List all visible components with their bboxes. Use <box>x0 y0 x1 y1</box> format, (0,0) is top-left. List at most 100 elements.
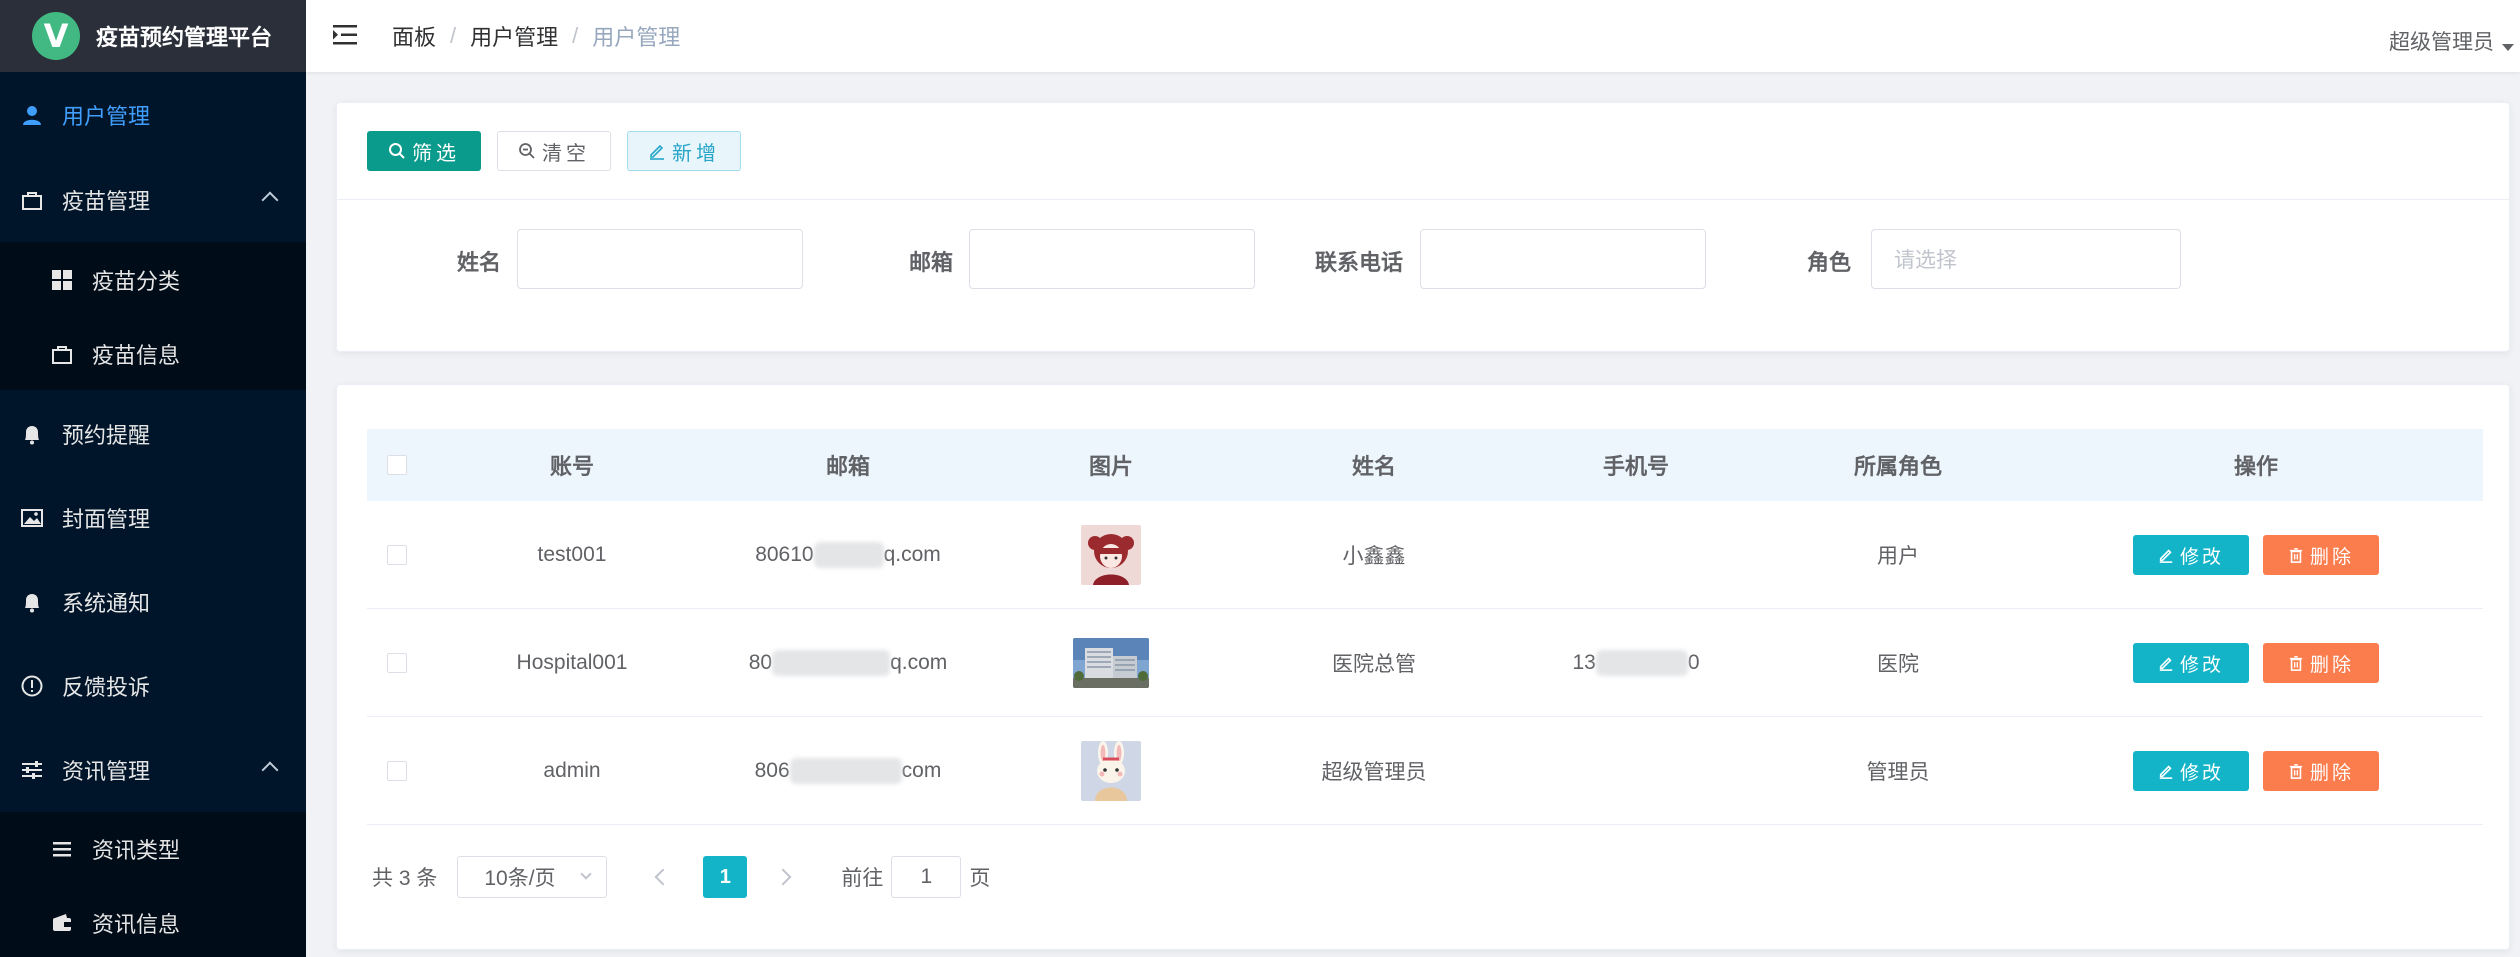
column-header-account[interactable]: 账号 <box>427 429 717 501</box>
redacted-blur <box>1595 650 1688 676</box>
breadcrumb-item-user-management[interactable]: 用户管理 <box>470 20 558 52</box>
info-icon <box>20 674 44 698</box>
sidebar-item-vaccine-category[interactable]: 疫苗分类 <box>0 243 306 317</box>
email-label: 邮箱 <box>908 250 953 275</box>
cell-actions: 修改 删除 <box>2029 501 2483 609</box>
menu-toggle-icon[interactable] <box>332 22 358 48</box>
prev-page-icon[interactable] <box>654 868 672 886</box>
sidebar-item-system-notice[interactable]: 系统通知 <box>0 560 306 644</box>
cell-name: 小鑫鑫 <box>1342 545 1406 568</box>
delete-button[interactable]: 删除 <box>2263 535 2379 575</box>
clear-button[interactable]: 清空 <box>497 131 611 171</box>
role-select[interactable]: 请选择 <box>1871 229 2181 289</box>
row-checkbox[interactable] <box>387 761 407 781</box>
bunny-avatar-image[interactable] <box>1081 741 1141 801</box>
sidebar-item-label: 资讯管理 <box>62 759 151 784</box>
sidebar-item-appointment-reminder[interactable]: 预约提醒 <box>0 392 306 476</box>
clear-button-label: 清空 <box>542 142 590 165</box>
edit-icon <box>2159 657 2173 671</box>
edit-button[interactable]: 修改 <box>2133 643 2249 683</box>
redacted-blur <box>789 758 902 784</box>
select-all-cell <box>367 429 427 501</box>
logo-bar: V 疫苗预约管理平台 <box>0 0 306 72</box>
select-all-checkbox[interactable] <box>387 455 407 475</box>
edit-icon <box>2159 765 2173 779</box>
delete-button-label: 删除 <box>2309 546 2354 568</box>
sidebar-item-label: 封面管理 <box>62 507 151 532</box>
name-input[interactable] <box>517 229 803 289</box>
filter-button[interactable]: 筛选 <box>367 131 481 171</box>
zoom-out-icon <box>519 143 535 159</box>
user-dropdown[interactable]: 超级管理员 <box>2389 26 2514 56</box>
page-number-current[interactable]: 1 <box>703 856 748 898</box>
cell-email: 80 q.com <box>717 609 979 717</box>
cell-account: admin <box>543 759 601 782</box>
sidebar-item-news-management[interactable]: 资讯管理 <box>0 728 306 812</box>
edit-button-label: 修改 <box>2179 654 2224 676</box>
cell-account: test001 <box>537 543 607 566</box>
sidebar-item-vaccine-management[interactable]: 疫苗管理 <box>0 158 306 242</box>
sidebar-item-feedback[interactable]: 反馈投诉 <box>0 644 306 728</box>
phone-input[interactable] <box>1420 229 1706 289</box>
caret-down-icon <box>2502 43 2514 51</box>
delete-button[interactable]: 删除 <box>2263 751 2379 791</box>
edit-icon <box>650 144 664 160</box>
chevron-up-icon <box>261 761 279 779</box>
sidebar-item-label: 反馈投诉 <box>62 675 151 700</box>
sidebar-item-label: 用户管理 <box>62 104 151 129</box>
phone-label: 联系电话 <box>1314 250 1403 275</box>
row-select-cell <box>367 717 427 825</box>
breadcrumb-separator: / <box>450 23 457 48</box>
delete-button[interactable]: 删除 <box>2263 643 2379 683</box>
edit-button-label: 修改 <box>2179 546 2224 568</box>
cell-image <box>979 501 1243 609</box>
column-header-email[interactable]: 邮箱 <box>717 429 979 501</box>
girl-avatar-image[interactable] <box>1081 525 1141 585</box>
redacted-blur <box>772 650 891 676</box>
add-button-label: 新增 <box>672 142 720 165</box>
table-row: admin 806 com 超级管理员 管理员 修改 删除 <box>367 717 2483 825</box>
table-row: test001 80610 q.com 小鑫鑫 用户 修改 删除 <box>367 501 2483 609</box>
sidebar-item-label: 资讯信息 <box>92 912 181 937</box>
sidebar-item-label: 疫苗管理 <box>62 189 151 214</box>
column-header-image[interactable]: 图片 <box>979 429 1243 501</box>
add-button[interactable]: 新增 <box>627 131 741 171</box>
sidebar-item-user-management[interactable]: 用户管理 <box>0 72 306 158</box>
edit-button[interactable]: 修改 <box>2133 751 2249 791</box>
goto-page-input[interactable]: 1 <box>891 856 962 898</box>
row-checkbox[interactable] <box>387 545 407 565</box>
delete-button-label: 删除 <box>2309 762 2354 784</box>
next-page-icon[interactable] <box>774 868 792 886</box>
hospital-photo-image[interactable] <box>1073 638 1149 688</box>
cell-account: Hospital001 <box>516 651 628 674</box>
breadcrumb-item-dashboard[interactable]: 面板 <box>392 20 436 52</box>
email-visible-end: com <box>901 759 942 782</box>
page-size-select[interactable]: 10条/页 <box>457 856 608 898</box>
divider <box>337 199 2509 200</box>
cell-phone <box>1505 501 1767 609</box>
column-header-actions: 操作 <box>2233 454 2278 479</box>
sidebar-item-label: 预约提醒 <box>62 423 151 448</box>
column-header-phone[interactable]: 手机号 <box>1505 429 1767 501</box>
email-input[interactable] <box>969 229 1255 289</box>
breadcrumb: 面板 / 用户管理 / 用户管理 <box>392 20 680 52</box>
bell-icon <box>20 422 44 446</box>
chevron-down-icon <box>580 868 593 880</box>
edit-button[interactable]: 修改 <box>2133 535 2249 575</box>
goto-suffix: 页 <box>969 867 991 890</box>
trash-icon <box>2289 548 2303 563</box>
email-visible-end: q.com <box>883 543 941 566</box>
cell-role: 用户 <box>1877 545 1919 568</box>
bag-icon <box>20 188 44 212</box>
sidebar-item-vaccine-info[interactable]: 疫苗信息 <box>0 317 306 391</box>
bag-icon <box>50 342 74 366</box>
sidebar-item-news-info[interactable]: 资讯信息 <box>0 886 306 957</box>
column-header-name[interactable]: 姓名 <box>1243 429 1505 501</box>
wallet-icon <box>50 911 74 935</box>
cell-image <box>979 717 1243 825</box>
column-header-role[interactable]: 所属角色 <box>1767 429 2029 501</box>
sidebar-item-news-type[interactable]: 资讯类型 <box>0 812 306 886</box>
cell-role: 医院 <box>1877 653 1919 676</box>
row-checkbox[interactable] <box>387 653 407 673</box>
sidebar-item-cover-management[interactable]: 封面管理 <box>0 476 306 560</box>
